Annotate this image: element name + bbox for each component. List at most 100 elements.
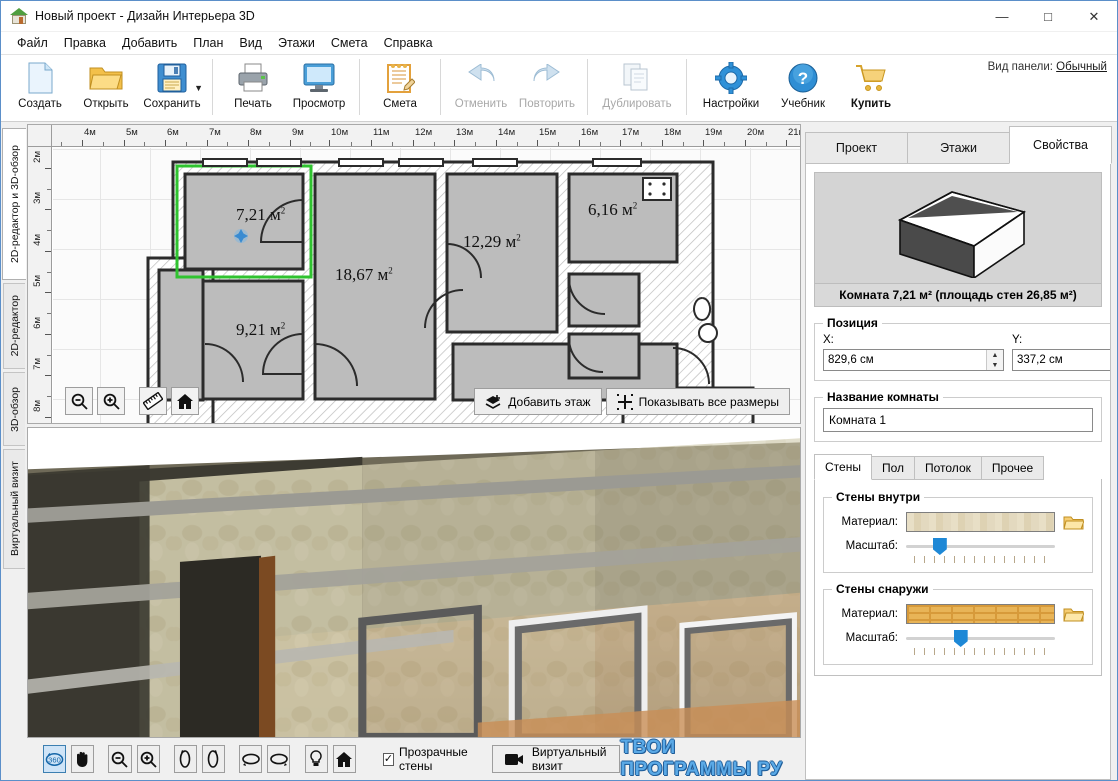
question-help-icon: ? xyxy=(788,61,818,95)
position-x-spinner[interactable]: ▲ ▼ xyxy=(823,349,1004,371)
menu-item-help[interactable]: Справка xyxy=(376,34,441,52)
plan-2d-view[interactable]: м 4м 5м 6м 7м 8м 9м 10м 11м 12м 13м 14м … xyxy=(27,124,801,424)
mode-tab-2d-3d[interactable]: 2D-редактор и 3D-обзор xyxy=(2,128,26,280)
menu-item-estimate[interactable]: Смета xyxy=(323,34,376,52)
tab-floors[interactable]: Этажи xyxy=(907,132,1010,164)
add-floor-button[interactable]: Добавить этаж xyxy=(474,388,602,415)
ruler-label: 12м xyxy=(415,127,433,138)
toolbar-label: Открыть xyxy=(83,98,129,110)
reset-view-button[interactable] xyxy=(332,745,356,773)
svg-text:?: ? xyxy=(798,69,808,88)
maximize-button[interactable]: □ xyxy=(1025,1,1071,32)
ruler-label: 14м xyxy=(498,127,516,138)
pan-hand-button[interactable] xyxy=(71,745,95,773)
orbit-360-button[interactable]: 360 xyxy=(43,745,67,773)
spinner-arrows[interactable]: ▲ ▼ xyxy=(986,350,1003,370)
toolbar-button-duplicate[interactable]: Дублировать xyxy=(595,55,679,119)
room-name-input[interactable] xyxy=(823,408,1093,432)
ruler-label: 6м xyxy=(32,317,43,329)
mode-tab-3d[interactable]: 3D-обзор xyxy=(3,372,25,446)
ruler-label: 7м xyxy=(209,127,221,138)
zoom-out-button[interactable] xyxy=(108,745,132,773)
toolbar-button-new[interactable]: Создать xyxy=(7,55,73,119)
toolbar-button-save[interactable]: Сохранить ▼ xyxy=(139,55,205,119)
toolbar-label: Купить xyxy=(850,98,892,110)
tab-project[interactable]: Проект xyxy=(805,132,908,164)
plan-ruler-button[interactable] xyxy=(139,387,167,415)
position-x-input[interactable] xyxy=(824,350,986,370)
slider-thumb[interactable] xyxy=(953,630,968,647)
tab-walls[interactable]: Стены xyxy=(814,454,872,480)
toolbar-button-settings[interactable]: Настройки xyxy=(694,55,768,119)
plan-home-button[interactable] xyxy=(171,387,199,415)
walls-inside-scale-slider[interactable] xyxy=(906,536,1055,556)
walls-outside-scale-label: Масштаб: xyxy=(845,632,898,644)
toolbar-button-tutorial[interactable]: ? Учебник xyxy=(768,55,838,119)
mode-tab-2d[interactable]: 2D-редактор xyxy=(3,283,25,369)
menu-item-view[interactable]: Вид xyxy=(231,34,270,52)
rotate-vertical-left-button[interactable] xyxy=(173,745,197,773)
plan-zoom-out-button[interactable] xyxy=(65,387,93,415)
chevron-down-icon[interactable]: ▼ xyxy=(194,83,203,93)
close-button[interactable]: ✕ xyxy=(1071,1,1117,32)
toolbar-button-estimate[interactable]: Смета xyxy=(367,55,433,119)
toolbar-button-print[interactable]: Печать xyxy=(220,55,286,119)
room-area-label: 12,29 м2 xyxy=(463,232,521,252)
ruler-label: 8м xyxy=(250,127,262,138)
transparent-walls-checkbox[interactable]: ✓ Прозрачные стены xyxy=(382,745,476,773)
tab-properties[interactable]: Свойства xyxy=(1009,126,1112,164)
plan-canvas[interactable]: 7,21 м2 9,21 м2 18,67 м2 12,29 м2 6,16 м… xyxy=(53,148,800,423)
tab-other[interactable]: Прочее xyxy=(980,456,1045,480)
toolbar-button-buy[interactable]: Купить xyxy=(838,55,904,119)
rotate-vertical-right-button[interactable] xyxy=(201,745,226,773)
walls-inside-material-swatch[interactable] xyxy=(906,512,1055,532)
menu-item-edit[interactable]: Правка xyxy=(56,34,114,52)
walls-outside-scale-slider[interactable] xyxy=(906,628,1055,648)
menu-bar: Файл Правка Добавить План Вид Этажи Смет… xyxy=(1,32,1117,54)
toolbar-label: Сохранить xyxy=(143,98,201,110)
spinner-down[interactable]: ▼ xyxy=(987,360,1003,370)
tab-floor[interactable]: Пол xyxy=(870,456,915,480)
toolbar-button-open[interactable]: Открыть xyxy=(73,55,139,119)
slider-thumb[interactable] xyxy=(932,538,947,555)
ruler-label: 13м xyxy=(456,127,474,138)
room-area-sup: 2 xyxy=(280,320,286,331)
walls-outside-material-row: Материал: xyxy=(832,604,1084,624)
walls-inside-browse-button[interactable] xyxy=(1062,514,1084,531)
transparent-walls-label: Прозрачные стены xyxy=(399,745,468,773)
toolbar-button-undo[interactable]: Отменить xyxy=(448,55,514,119)
rotate-360-icon: 360 xyxy=(45,752,64,766)
add-floor-label: Добавить этаж xyxy=(508,394,591,409)
walls-outside-browse-button[interactable] xyxy=(1062,606,1084,623)
panel-view-value[interactable]: Обычный xyxy=(1056,61,1107,73)
toolbar-button-redo[interactable]: Повторить xyxy=(514,55,580,119)
plan-zoom-in-button[interactable] xyxy=(97,387,125,415)
plan-tool-bar xyxy=(65,387,203,415)
toolbar-button-preview[interactable]: Просмотр xyxy=(286,55,352,119)
mode-tab-virtual-visit[interactable]: Виртуальный визит xyxy=(3,449,25,569)
menu-item-file[interactable]: Файл xyxy=(9,34,56,52)
walls-outside-material-swatch[interactable] xyxy=(906,604,1055,624)
menu-item-plan[interactable]: План xyxy=(185,34,231,52)
view-3d[interactable] xyxy=(27,427,801,738)
menu-item-floors[interactable]: Этажи xyxy=(270,34,323,52)
tab-ceiling[interactable]: Потолок xyxy=(914,456,982,480)
show-dimensions-button[interactable]: Показывать все размеры xyxy=(605,388,790,415)
virtual-visit-button[interactable]: Виртуальный визит xyxy=(491,745,621,773)
minimize-button[interactable]: — xyxy=(979,1,1025,32)
position-y-input[interactable] xyxy=(1013,350,1110,370)
panel-tabs: Проект Этажи Свойства xyxy=(805,126,1112,164)
rotate-cw-button[interactable] xyxy=(267,745,291,773)
position-y-spinner[interactable]: ▲ ▼ xyxy=(1012,349,1110,371)
toolbar-separator xyxy=(440,59,441,115)
spinner-up[interactable]: ▲ xyxy=(987,350,1003,360)
walls-outside-group: Стены снаружи Материал: Масштаб: xyxy=(823,582,1093,665)
rotate-ccw-button[interactable] xyxy=(239,745,263,773)
zoom-in-button[interactable] xyxy=(136,745,160,773)
lighting-button[interactable] xyxy=(304,745,328,773)
ruler-label: 9м xyxy=(292,127,304,138)
walls-outside-scale-row: Масштаб: xyxy=(832,628,1084,648)
room-name-group: Название комнаты xyxy=(814,390,1102,442)
toolbar-label: Учебник xyxy=(781,98,825,110)
menu-item-add[interactable]: Добавить xyxy=(114,34,185,52)
